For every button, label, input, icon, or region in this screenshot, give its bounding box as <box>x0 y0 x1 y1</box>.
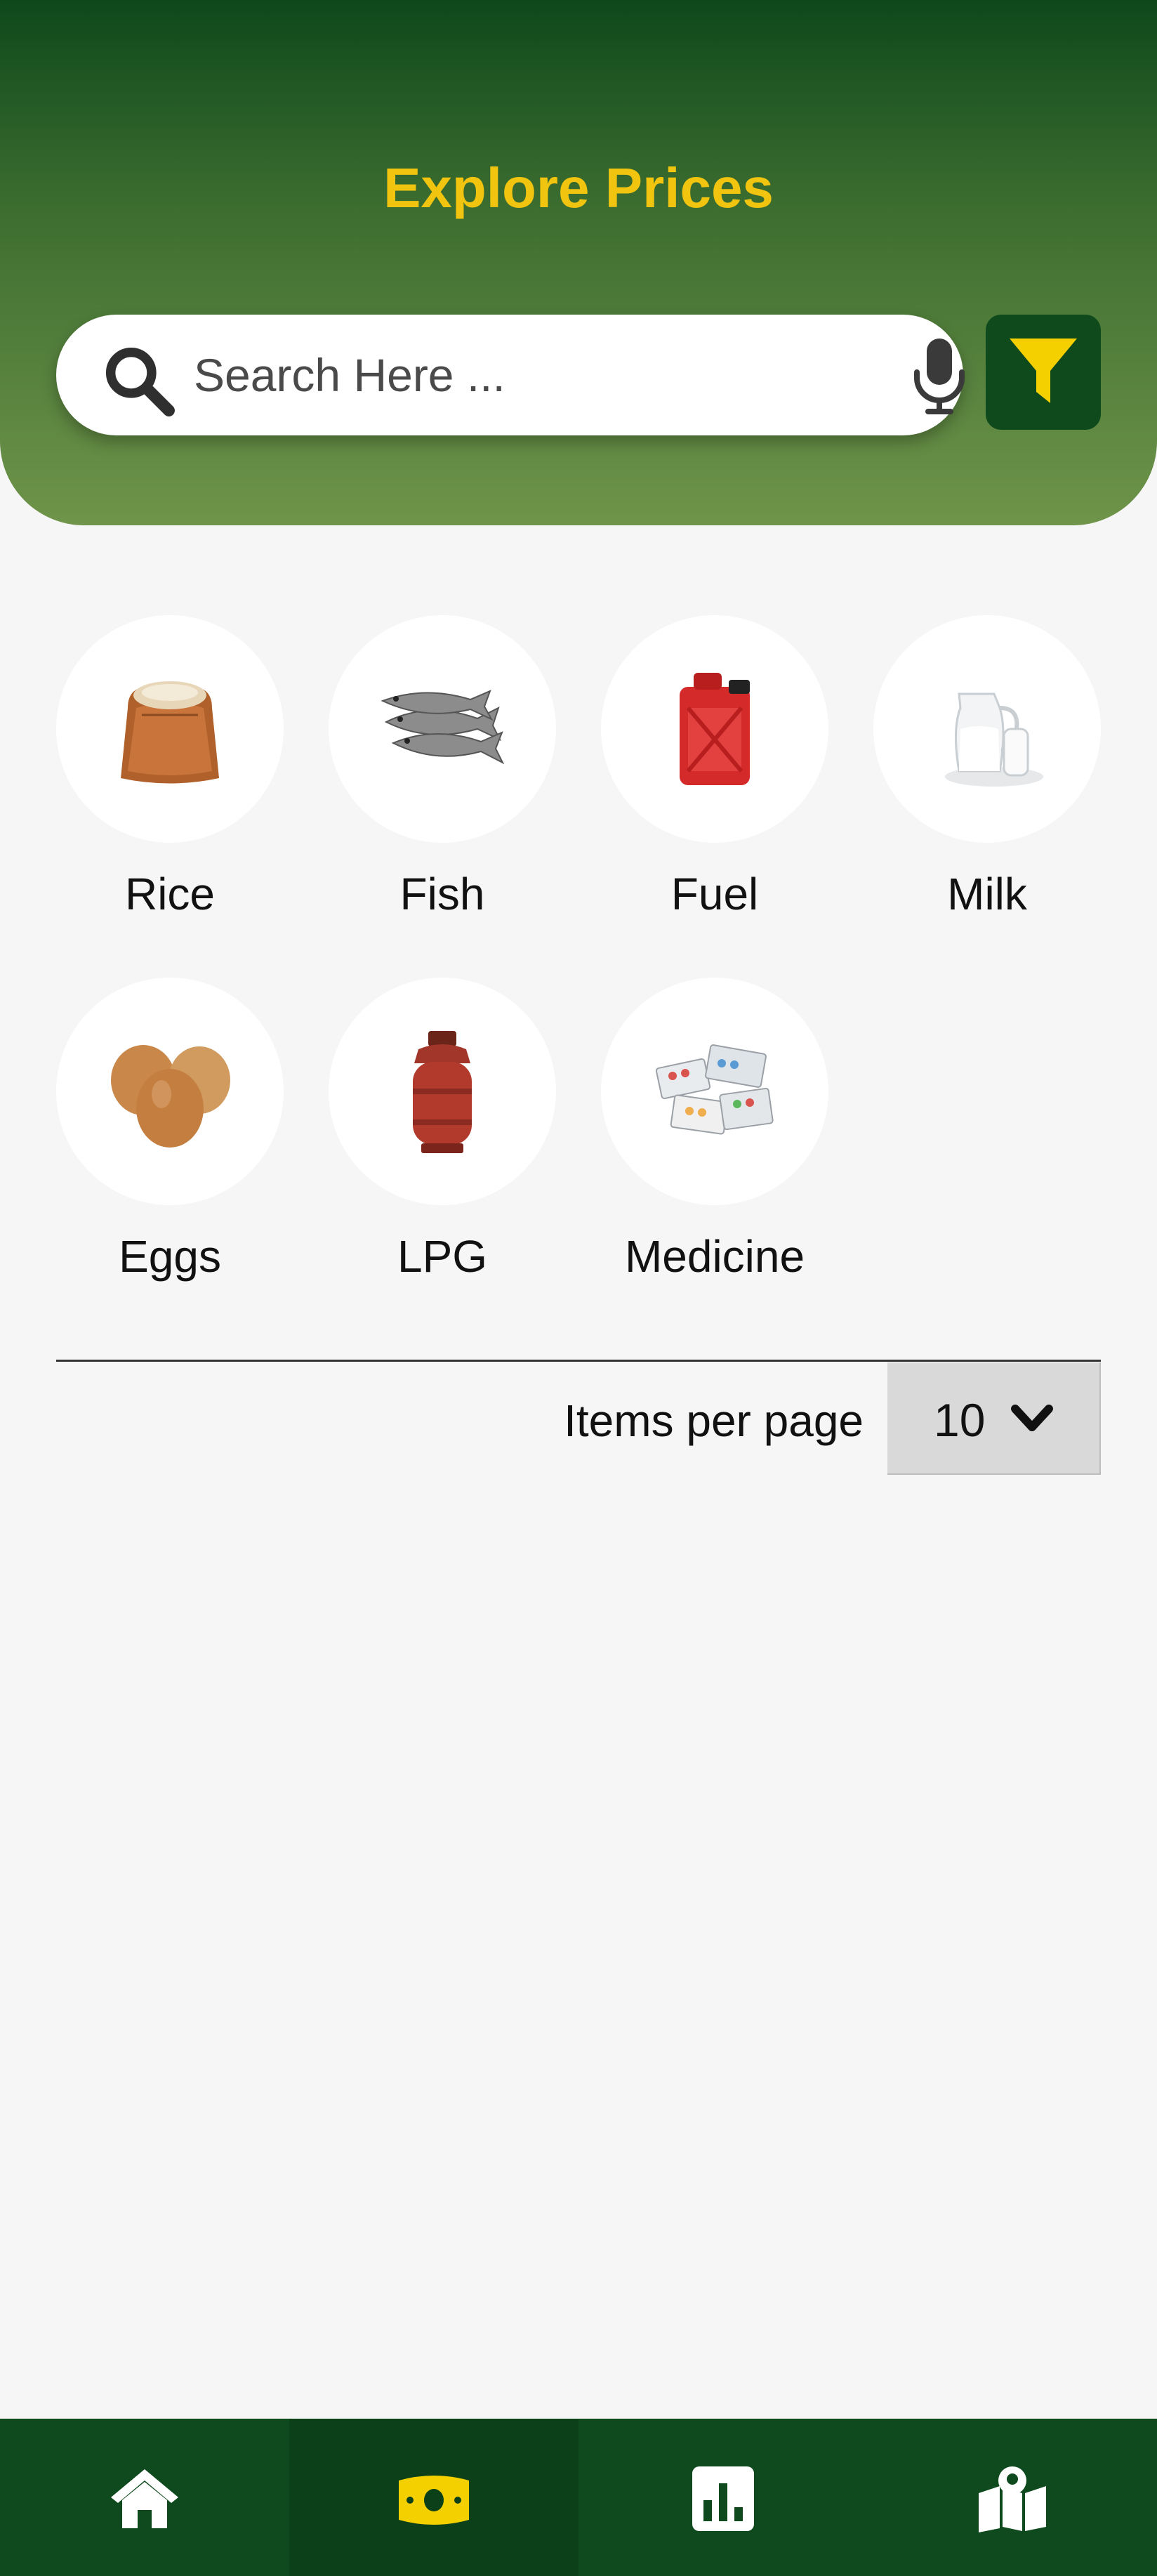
category-rice[interactable]: Rice <box>56 615 295 938</box>
search-input[interactable] <box>194 340 847 410</box>
category-label: Medicine <box>624 1231 805 1282</box>
category-image <box>329 978 556 1205</box>
category-image <box>56 978 284 1205</box>
map-icon <box>979 2466 1046 2532</box>
nav-home[interactable] <box>0 2419 289 2576</box>
divider <box>56 1360 1101 1362</box>
category-medicine[interactable]: Medicine <box>601 978 840 1301</box>
category-image <box>873 615 1101 843</box>
medicine-pills-icon <box>655 1044 774 1135</box>
items-per-page-value: 10 <box>934 1394 986 1446</box>
nav-prices[interactable] <box>289 2419 578 2576</box>
nav-map[interactable] <box>868 2419 1157 2576</box>
category-label: Rice <box>124 869 216 919</box>
category-eggs[interactable]: Eggs <box>56 978 295 1301</box>
category-milk[interactable]: Milk <box>873 615 1112 938</box>
page-title: Explore Prices <box>383 157 774 219</box>
rice-sack-icon <box>121 681 219 784</box>
category-fish[interactable]: Fish <box>329 615 567 938</box>
category-image <box>56 615 284 843</box>
category-image <box>601 615 828 843</box>
nav-charts[interactable] <box>578 2419 868 2576</box>
bar-chart-icon <box>692 2466 754 2531</box>
filter-icon <box>1010 339 1077 403</box>
gas-cylinder-icon <box>413 1031 472 1153</box>
category-fuel[interactable]: Fuel <box>601 615 840 938</box>
filter-button[interactable] <box>986 315 1101 430</box>
home-icon <box>111 2469 178 2528</box>
category-label: Fish <box>399 869 485 919</box>
items-per-page-select[interactable]: 10 <box>887 1362 1101 1475</box>
eggs-icon <box>111 1045 230 1148</box>
category-lpg[interactable]: LPG <box>329 978 567 1301</box>
chevron-down-icon <box>1011 1405 1053 1431</box>
milk-jug-icon <box>945 692 1043 787</box>
fuel-jerrycan-icon <box>680 673 750 785</box>
category-label: Eggs <box>119 1231 221 1282</box>
category-image <box>601 978 828 1205</box>
money-icon <box>399 2476 469 2525</box>
app-screen: Explore Prices Search Here ... Rice Fish… <box>0 0 1157 2576</box>
search-icon[interactable] <box>100 341 178 420</box>
bottom-nav <box>0 2419 1157 2576</box>
fish-icon <box>381 690 505 765</box>
microphone-icon[interactable] <box>904 336 974 414</box>
header: Explore Prices <box>0 0 1157 525</box>
category-label: LPG <box>397 1231 488 1282</box>
category-label: Milk <box>947 869 1027 919</box>
category-label: Fuel <box>670 869 759 919</box>
items-per-page-label: Items per page <box>564 1395 864 1446</box>
category-image <box>329 615 556 843</box>
search-bar[interactable] <box>56 315 965 435</box>
